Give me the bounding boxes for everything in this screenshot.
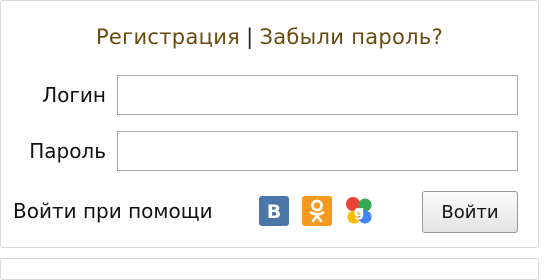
login-input[interactable] [117, 75, 518, 115]
lower-panel [0, 258, 539, 280]
password-label: Пароль [29, 139, 106, 163]
login-label: Логин [42, 83, 106, 107]
social-login-row: Войти при помощи В g Войти [1, 187, 538, 233]
forgot-password-link[interactable]: Забыли пароль? [259, 25, 443, 49]
svg-text:В: В [267, 201, 281, 223]
login-row: Логин [1, 75, 538, 121]
social-login-label: Войти при помощи [13, 199, 213, 223]
login-panel: Регистрация | Забыли пароль? Логин Пароль … [0, 0, 539, 248]
password-row: Пароль [1, 131, 538, 177]
register-link[interactable]: Регистрация [96, 25, 240, 49]
links-separator: | [246, 25, 254, 49]
auth-links: Регистрация | Забыли пароль? [1, 25, 538, 49]
google-icon[interactable]: g [344, 196, 374, 226]
login-button[interactable]: Войти [422, 191, 518, 233]
vk-icon[interactable]: В [259, 196, 289, 226]
svg-text:g: g [354, 203, 365, 221]
odnoklassniki-icon[interactable] [302, 196, 332, 226]
password-input[interactable] [117, 131, 518, 171]
